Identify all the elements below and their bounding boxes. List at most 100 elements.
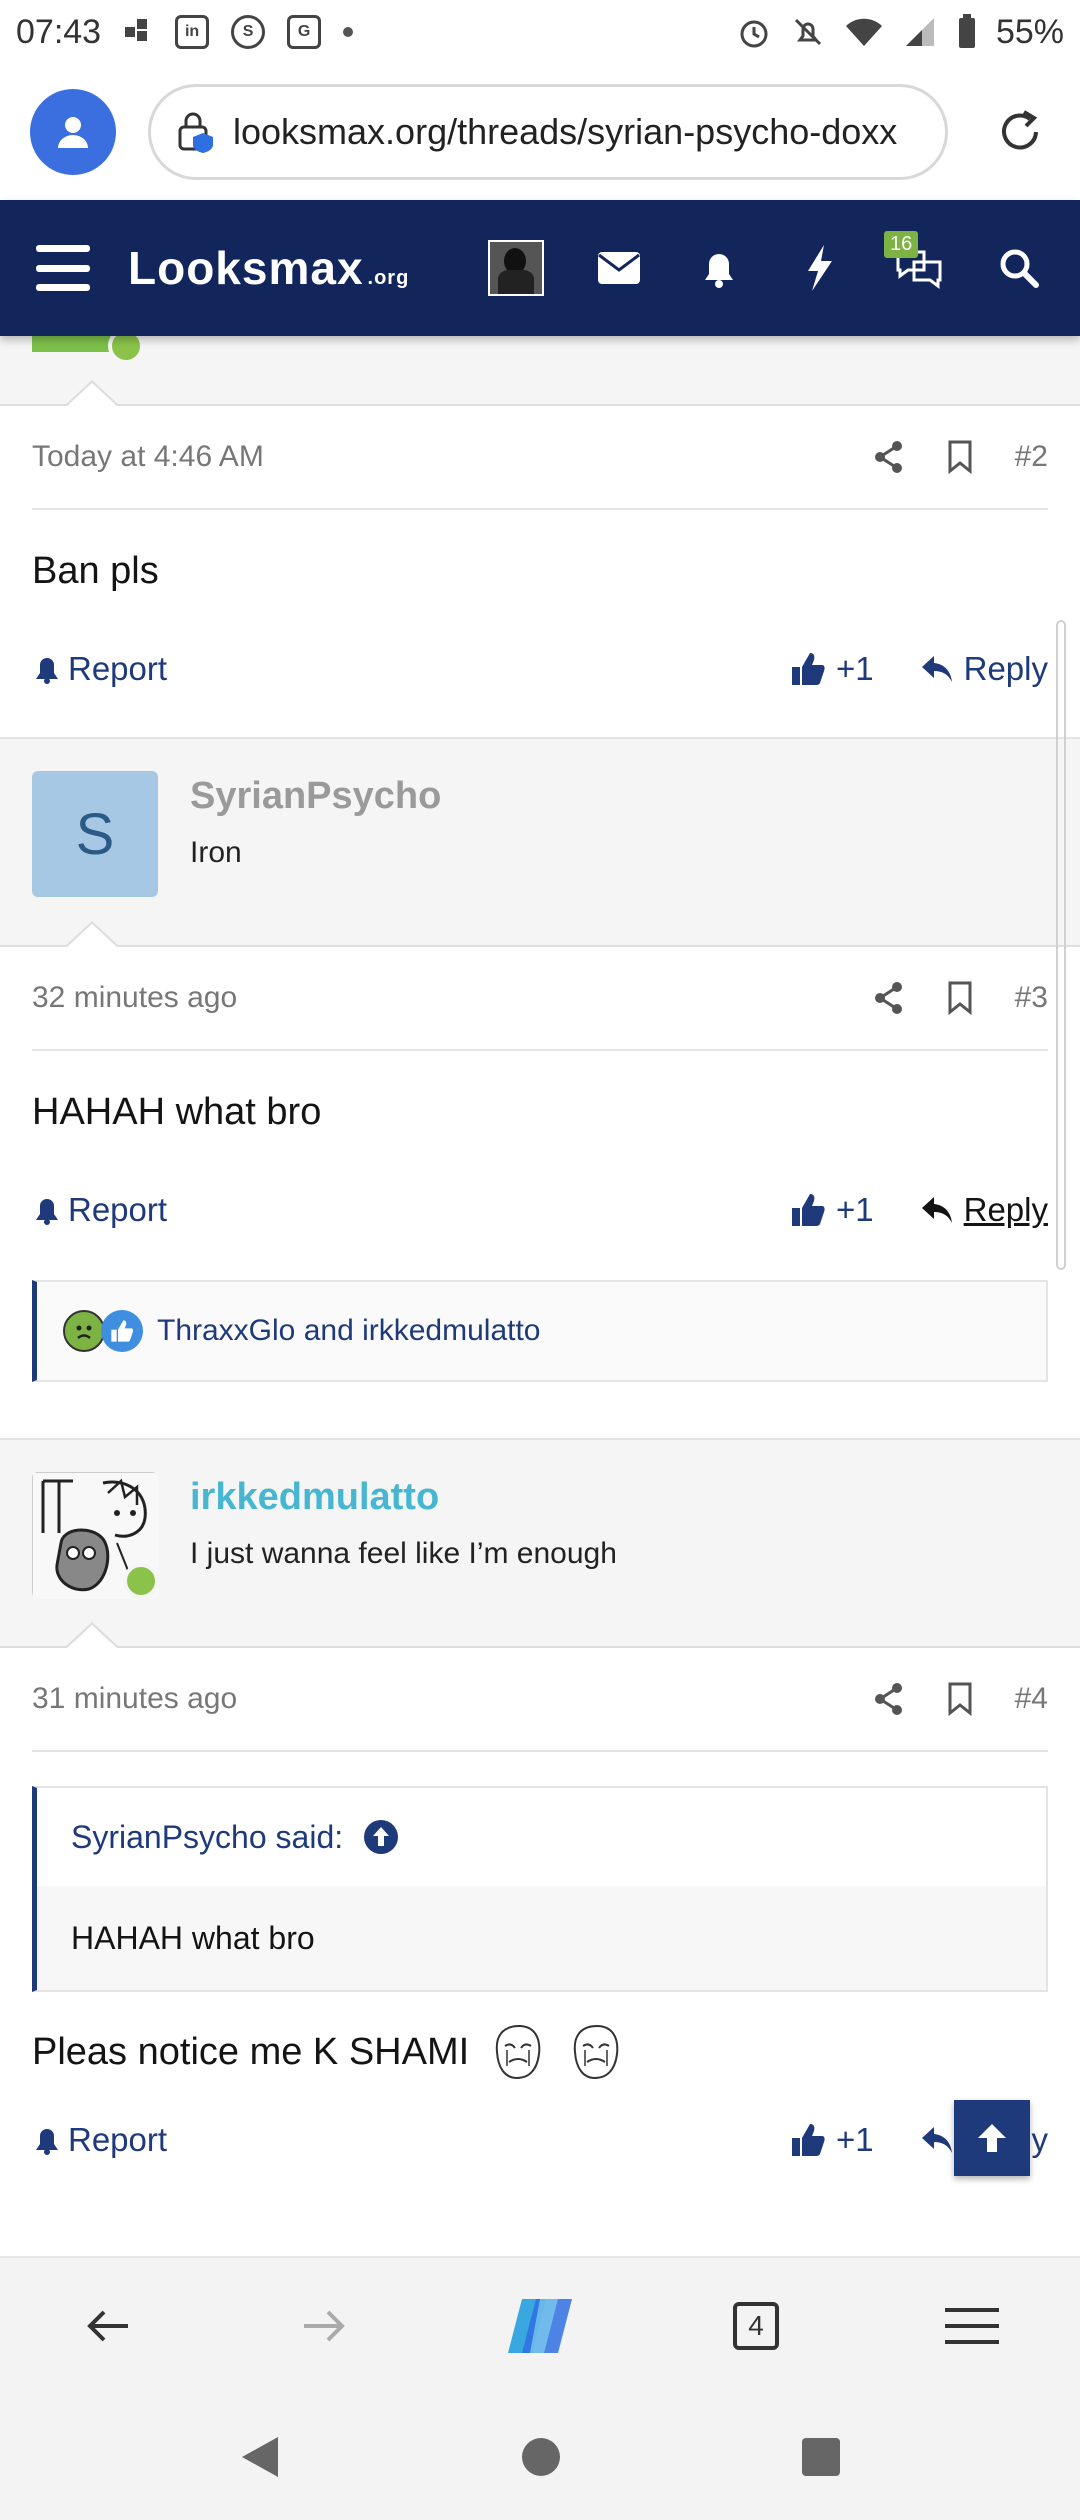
thumbs-up-icon <box>792 653 825 685</box>
back-triangle-icon[interactable] <box>238 2433 282 2481</box>
reply-arrow-icon <box>921 2127 952 2153</box>
post-caret <box>64 380 120 407</box>
forward-button[interactable] <box>284 2286 364 2366</box>
address-field[interactable]: looksmax.org/threads/syrian-psycho-doxx <box>148 84 948 180</box>
post-number[interactable]: #3 <box>1015 981 1048 1015</box>
like-button[interactable]: +1 <box>790 650 874 688</box>
recents-square-icon[interactable] <box>800 2436 842 2478</box>
avatar[interactable] <box>32 1472 159 1599</box>
inbox-button[interactable] <box>594 243 644 293</box>
logo-text: Looksmax <box>128 242 364 294</box>
person-icon <box>58 117 88 148</box>
share-icon[interactable] <box>873 1682 905 1716</box>
avatar[interactable]: S <box>32 771 158 897</box>
reply-arrow-icon <box>921 1197 952 1223</box>
quote-text: HAHAH what bro <box>37 1886 1046 1990</box>
copilot-icon <box>508 2299 572 2353</box>
post-message: HAHAH what bro <box>32 1091 322 1133</box>
author-name[interactable]: SyrianPsycho <box>190 775 441 818</box>
news-icon: S <box>231 15 266 49</box>
quote-header[interactable]: SyrianPsycho said: <box>37 1788 1046 1886</box>
notification-icons: in S G <box>123 15 354 49</box>
like-button[interactable]: +1 <box>790 1191 874 1229</box>
post-3: 32 minutes ago #3 HAHAH what bro Report … <box>0 947 1080 1382</box>
reply-button[interactable]: Reply <box>920 1191 1048 1229</box>
battery-percent: 55% <box>995 12 1064 51</box>
site-logo[interactable]: Looksmax .org <box>128 241 409 295</box>
share-icon[interactable] <box>873 440 905 474</box>
bookmark-icon[interactable] <box>947 1682 973 1716</box>
home-circle-icon[interactable] <box>519 2435 563 2479</box>
author-title: Iron <box>190 836 242 869</box>
search-button[interactable] <box>994 243 1044 293</box>
bell-icon <box>36 658 58 684</box>
dot-icon <box>343 27 354 37</box>
scroll-to-top-button[interactable] <box>954 2100 1030 2176</box>
whats-new-button[interactable] <box>794 243 844 293</box>
report-button[interactable]: Report <box>32 650 167 688</box>
reactions-bar[interactable]: ThraxxGlo and irkkedmulatto <box>32 1280 1048 1382</box>
post-number[interactable]: #4 <box>1015 1682 1048 1716</box>
online-indicator <box>123 1563 159 1599</box>
tab-count: 4 <box>733 2302 779 2350</box>
ge-icon: G <box>287 15 322 49</box>
bell-icon <box>36 2129 58 2155</box>
post-date[interactable]: 31 minutes ago <box>32 1682 237 1716</box>
post-header: irkkedmulatto I just wanna feel like I’m… <box>0 1438 1080 1649</box>
thumbs-up-icon <box>792 1194 825 1226</box>
like-label: +1 <box>836 650 874 687</box>
reply-button[interactable]: Reply <box>920 650 1048 688</box>
menu-button[interactable] <box>36 245 90 291</box>
post-number[interactable]: #2 <box>1015 440 1048 474</box>
thumbs-up-icon <box>792 2124 825 2156</box>
post-date[interactable]: 32 minutes ago <box>32 981 237 1015</box>
post-caret <box>64 1622 120 1649</box>
back-button[interactable] <box>68 2286 148 2366</box>
bell-icon <box>705 254 733 288</box>
reply-label: Reply <box>963 1191 1048 1228</box>
crying-face-emoji-icon <box>496 2024 541 2080</box>
browser-menu-button[interactable] <box>932 2286 1012 2366</box>
post-date[interactable]: Today at 4:46 AM <box>32 440 264 474</box>
browser-toolbar: 4 <box>0 2256 1080 2394</box>
like-label: +1 <box>836 1191 874 1228</box>
post-4: 31 minutes ago #4 SyrianPsycho said: HAH… <box>0 1648 1080 2180</box>
jump-to-quote-icon[interactable] <box>363 1819 399 1855</box>
linkedin-icon: in <box>175 15 210 49</box>
share-icon[interactable] <box>873 981 905 1015</box>
bookmark-icon[interactable] <box>947 440 973 474</box>
crying-face-emoji-icon <box>574 2024 619 2080</box>
like-button[interactable]: +1 <box>790 2121 874 2159</box>
page-scrollbar[interactable] <box>1056 620 1066 1270</box>
wifi-icon <box>845 18 882 46</box>
alerts-button[interactable] <box>694 243 744 293</box>
copilot-button[interactable] <box>500 2286 580 2366</box>
report-button[interactable]: Report <box>32 1191 167 1229</box>
reactions-text[interactable]: ThraxxGlo and irkkedmulatto <box>157 1314 541 1348</box>
battery-icon <box>958 14 975 48</box>
system-navigation <box>0 2394 1080 2520</box>
post-message: Pleas notice me K SHAMI <box>32 2030 470 2073</box>
profile-avatar-button[interactable] <box>30 89 116 175</box>
like-label: +1 <box>836 2121 874 2158</box>
signal-icon <box>905 18 934 46</box>
author-name[interactable]: irkkedmulatto <box>190 1476 617 1519</box>
quote-block: SyrianPsycho said: HAHAH what bro <box>32 1786 1048 1992</box>
tabs-button[interactable]: 4 <box>716 2286 796 2366</box>
site-navbar: Looksmax .org 16 <box>0 200 1080 336</box>
report-button[interactable]: Report <box>32 2121 167 2159</box>
quote-author[interactable]: SyrianPsycho said: <box>71 1819 343 1856</box>
url-text[interactable]: looksmax.org/threads/syrian-psycho-doxx <box>233 111 897 153</box>
reload-button[interactable] <box>990 102 1050 162</box>
secure-lock-icon[interactable] <box>175 109 217 155</box>
account-avatar[interactable] <box>488 240 544 296</box>
post-actions: Report +1 Reply <box>32 2100 1048 2180</box>
logo-suffix: .org <box>367 267 410 289</box>
bookmark-icon[interactable] <box>947 981 973 1015</box>
arrow-right-icon <box>304 2310 345 2342</box>
post-meta: Today at 4:46 AM #2 <box>32 406 1048 510</box>
conversations-button[interactable]: 16 <box>884 231 944 293</box>
report-label: Report <box>68 2121 168 2158</box>
conversations-badge: 16 <box>884 231 919 258</box>
alarm-icon <box>740 20 768 48</box>
